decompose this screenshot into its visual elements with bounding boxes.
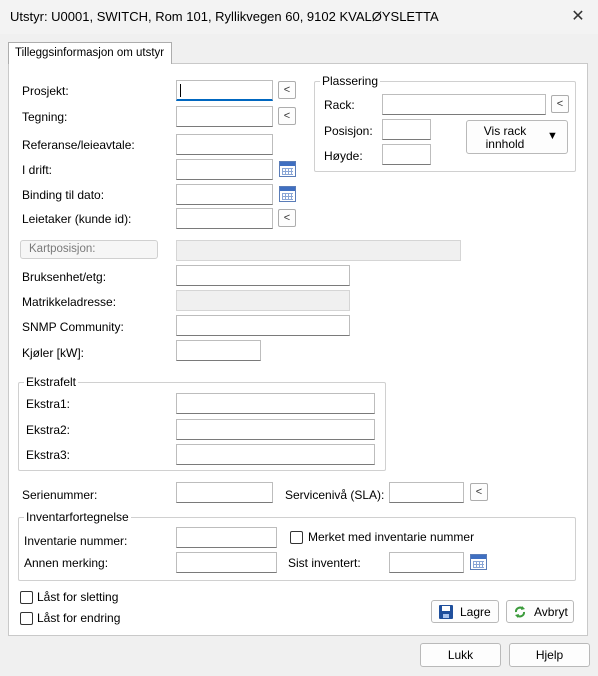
merket-checkbox[interactable]: [290, 531, 303, 544]
tab-tilleggsinformasjon[interactable]: Tilleggsinformasjon om utstyr: [8, 42, 172, 64]
leietaker-input[interactable]: [176, 208, 273, 229]
posisjon-label: Posisjon:: [324, 124, 373, 138]
referanse-label: Referanse/leieavtale:: [22, 138, 135, 152]
prosjekt-label: Prosjekt:: [22, 84, 69, 98]
plassering-legend: Plassering: [320, 74, 381, 88]
serienummer-label: Serienummer:: [22, 488, 98, 502]
annen-merking-input[interactable]: [176, 552, 277, 573]
laast-endring-checkbox[interactable]: [20, 612, 33, 625]
chevron-down-icon: ▼: [547, 130, 558, 142]
sist-inventert-label: Sist inventert:: [288, 556, 361, 570]
lagre-button[interactable]: Lagre: [431, 600, 499, 623]
prosjekt-lookup-button[interactable]: <: [278, 81, 296, 99]
rack-lookup-button[interactable]: <: [551, 95, 569, 113]
leietaker-label: Leietaker (kunde id):: [22, 212, 132, 226]
hjelp-button[interactable]: Hjelp: [509, 643, 590, 667]
ekstra1-input[interactable]: [176, 393, 375, 414]
serienummer-input[interactable]: [176, 482, 273, 503]
save-icon: [439, 605, 453, 619]
kartposisjon-input: [176, 240, 461, 261]
refresh-icon: [515, 606, 525, 618]
text-caret: [180, 84, 181, 97]
i-drift-input[interactable]: [176, 159, 273, 180]
laast-sletting-checkbox[interactable]: [20, 591, 33, 604]
servicenivaa-label: Servicenivå (SLA):: [285, 488, 385, 502]
leietaker-lookup-button[interactable]: <: [278, 209, 296, 227]
servicenivaa-lookup-button[interactable]: <: [470, 483, 488, 501]
annen-merking-label: Annen merking:: [24, 556, 109, 570]
close-icon[interactable]: ✕: [566, 5, 590, 29]
prosjekt-input[interactable]: [176, 80, 273, 101]
posisjon-input[interactable]: [382, 119, 431, 140]
avbryt-label: Avbryt: [534, 605, 568, 619]
ekstra3-label: Ekstra3:: [26, 448, 71, 462]
referanse-input[interactable]: [176, 134, 273, 155]
servicenivaa-input[interactable]: [389, 482, 464, 503]
window-title: Utstyr: U0001, SWITCH, Rom 101, Ryllikve…: [10, 9, 439, 24]
title-bar: Utstyr: U0001, SWITCH, Rom 101, Ryllikve…: [0, 0, 598, 34]
laast-endring-label: Låst for endring: [37, 611, 121, 625]
ekstra2-input[interactable]: [176, 419, 375, 440]
ekstrafelt-legend: Ekstrafelt: [24, 375, 79, 389]
lagre-label: Lagre: [460, 605, 491, 619]
rack-label: Rack:: [324, 98, 355, 112]
binding-input[interactable]: [176, 184, 273, 205]
tegning-input[interactable]: [176, 106, 273, 127]
inventar-group: [18, 517, 576, 581]
calendar-icon[interactable]: [470, 554, 487, 570]
kjoler-label: Kjøler [kW]:: [22, 346, 84, 360]
ekstra3-input[interactable]: [176, 444, 375, 465]
hoyde-input[interactable]: [382, 144, 431, 165]
vis-rack-label: Vis rack innhold: [475, 125, 535, 151]
calendar-icon[interactable]: [279, 161, 296, 177]
hjelp-label: Hjelp: [535, 648, 564, 662]
vis-rack-line2: innhold: [485, 137, 525, 151]
snmp-label: SNMP Community:: [22, 320, 124, 334]
kjoler-input[interactable]: [176, 340, 261, 361]
calendar-icon[interactable]: [279, 186, 296, 202]
tegning-lookup-button[interactable]: <: [278, 107, 296, 125]
vis-rack-innhold-button[interactable]: Vis rack innhold ▼: [466, 120, 568, 154]
hoyde-label: Høyde:: [324, 149, 363, 163]
binding-label: Binding til dato:: [22, 188, 105, 202]
inventarie-nummer-input[interactable]: [176, 527, 277, 548]
i-drift-label: I drift:: [22, 163, 53, 177]
sist-inventert-input[interactable]: [389, 552, 464, 573]
bruksenhet-label: Bruksenhet/etg:: [22, 270, 107, 284]
ekstra2-label: Ekstra2:: [26, 423, 71, 437]
kartposisjon-button: Kartposisjon:: [20, 240, 158, 259]
matrikkeladresse-input: [176, 290, 350, 311]
inventarie-nummer-label: Inventarie nummer:: [24, 534, 128, 548]
lukk-button[interactable]: Lukk: [420, 643, 501, 667]
rack-input[interactable]: [382, 94, 546, 115]
merket-label: Merket med inventarie nummer: [308, 530, 475, 544]
bruksenhet-input[interactable]: [176, 265, 350, 286]
ekstra1-label: Ekstra1:: [26, 397, 71, 411]
tegning-label: Tegning:: [22, 110, 68, 124]
tab-label: Tilleggsinformasjon om utstyr: [15, 47, 165, 59]
laast-sletting-label: Låst for sletting: [37, 590, 119, 604]
inventar-legend: Inventarfortegnelse: [24, 510, 131, 524]
snmp-input[interactable]: [176, 315, 350, 336]
kartposisjon-label: Kartposisjon:: [29, 243, 96, 255]
matrikkeladresse-label: Matrikkeladresse:: [22, 295, 117, 309]
lukk-label: Lukk: [447, 648, 474, 662]
avbryt-button[interactable]: Avbryt: [506, 600, 574, 623]
